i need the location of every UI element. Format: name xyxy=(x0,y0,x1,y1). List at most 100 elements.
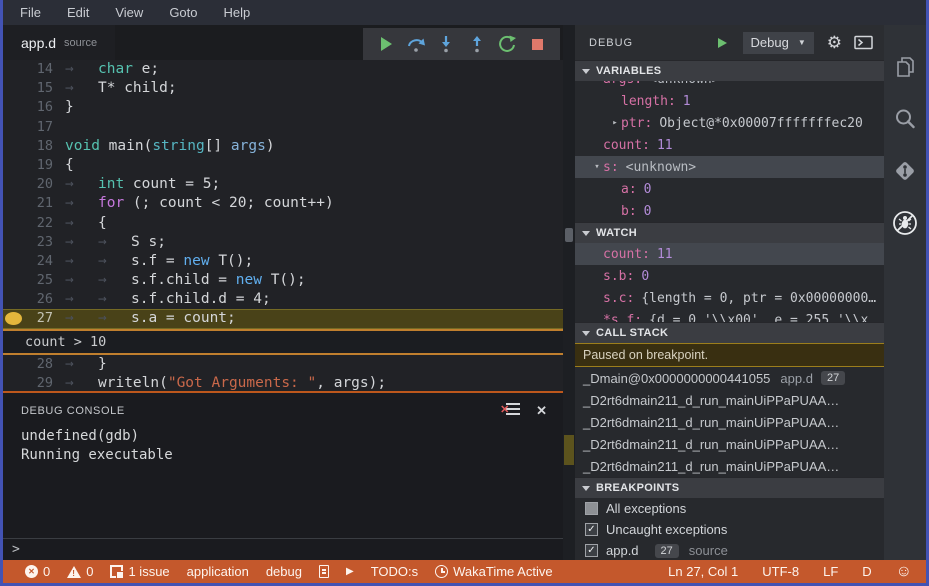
code-text: { xyxy=(53,156,74,175)
status-item-0[interactable]: ! 0 xyxy=(67,564,93,579)
menu-item-view[interactable]: View xyxy=(102,0,156,25)
git-icon[interactable] xyxy=(884,145,926,197)
code-line[interactable]: 27 → → s.a = count; xyxy=(3,309,563,329)
variable-row[interactable]: ▾args: <unknown> xyxy=(575,81,884,90)
status-item-todo-s[interactable]: TODO:s xyxy=(371,564,418,579)
breakpoint-item[interactable]: ✓ Uncaught exceptions xyxy=(575,519,884,540)
breakpoint-margin[interactable] xyxy=(3,271,27,290)
section-header-watch[interactable]: WATCH xyxy=(575,222,884,243)
status-item-application[interactable]: application xyxy=(187,564,249,579)
debug-console-input[interactable]: > xyxy=(3,538,563,560)
watch-row[interactable]: s.b: 0 xyxy=(575,265,884,287)
status-item-lf[interactable]: LF xyxy=(823,564,838,579)
step-over-button[interactable] xyxy=(404,32,428,56)
status-item-0[interactable]: ✕ 0 xyxy=(25,564,50,579)
section-header-call-stack[interactable]: CALL STACK xyxy=(575,322,884,343)
code-line[interactable]: 22 →{ xyxy=(3,214,563,233)
code-line[interactable]: 14 → char e; xyxy=(3,60,563,79)
variable-row[interactable]: b: 0 xyxy=(575,200,884,222)
restart-button[interactable] xyxy=(495,32,519,56)
breakpoint-condition-widget[interactable]: count > 10 xyxy=(3,328,563,355)
code-line[interactable]: 19 { xyxy=(3,156,563,175)
search-icon[interactable] xyxy=(884,93,926,145)
variable-row[interactable]: length: 1 xyxy=(575,90,884,112)
breakpoint-margin[interactable] xyxy=(3,309,27,328)
code-line[interactable]: 26 → → s.f.child.d = 4; xyxy=(3,290,563,309)
breakpoint-margin[interactable] xyxy=(3,156,27,175)
step-out-button[interactable] xyxy=(465,32,489,56)
breakpoint-margin[interactable] xyxy=(3,118,27,137)
breakpoint-item[interactable]: All exceptions xyxy=(575,498,884,519)
menu-item-help[interactable]: Help xyxy=(211,0,264,25)
code-line[interactable]: 25 → → s.f.child = new T(); xyxy=(3,271,563,290)
status-item[interactable]: ☺ xyxy=(896,563,912,581)
breakpoint-margin[interactable] xyxy=(3,290,27,309)
breakpoint-checkbox[interactable] xyxy=(585,502,598,515)
tab-app-d[interactable]: app.d source xyxy=(3,25,116,60)
menu-item-file[interactable]: File xyxy=(7,0,54,25)
scrollbar-handle[interactable] xyxy=(565,228,573,242)
code-line[interactable]: 17 xyxy=(3,118,563,137)
breakpoint-margin[interactable] xyxy=(3,98,27,117)
code-line[interactable]: 23 → → S s; xyxy=(3,233,563,252)
breakpoint-margin[interactable] xyxy=(3,355,27,374)
code-line[interactable]: 28 →} xyxy=(3,355,563,374)
call-stack-frame[interactable]: _D2rt6dmain211_d_run_mainUiPPaPUAA… xyxy=(575,389,884,411)
code-line[interactable]: 16} xyxy=(3,98,563,117)
files-icon[interactable] xyxy=(884,41,926,93)
menu-item-goto[interactable]: Goto xyxy=(156,0,210,25)
breakpoint-margin[interactable] xyxy=(3,60,27,79)
start-debug-button[interactable] xyxy=(715,36,729,50)
editor-scrollbar[interactable] xyxy=(563,25,575,560)
breakpoint-item[interactable]: ✓ app.d 27 source xyxy=(575,540,884,560)
status-item-debug[interactable]: debug xyxy=(266,564,302,579)
status-item[interactable] xyxy=(318,565,329,578)
code-line[interactable]: 24 → → s.f = new T(); xyxy=(3,252,563,271)
section-header-variables[interactable]: VARIABLES xyxy=(575,60,884,81)
code-line[interactable]: 21 → for (; count < 20; count++) xyxy=(3,194,563,213)
variable-name: args: xyxy=(603,81,642,87)
open-console-icon[interactable] xyxy=(854,35,874,50)
debug-profile-select[interactable]: Debug ▼ xyxy=(742,31,814,54)
watch-row[interactable]: count: 11 xyxy=(575,243,884,265)
gear-icon[interactable]: ⚙ xyxy=(827,34,842,51)
step-into-button[interactable] xyxy=(434,32,458,56)
status-item-wakatime-active[interactable]: WakaTime Active xyxy=(435,564,553,579)
status-item-1-issue[interactable]: 1 issue xyxy=(110,564,170,579)
code-line[interactable]: 15 → T* child; xyxy=(3,79,563,98)
breakpoint-margin[interactable] xyxy=(3,252,27,271)
call-stack-frame[interactable]: _D2rt6dmain211_d_run_mainUiPPaPUAA… xyxy=(575,433,884,455)
breakpoint-margin[interactable] xyxy=(3,175,27,194)
status-item[interactable]: ▶ xyxy=(346,566,354,577)
breakpoint-margin[interactable] xyxy=(3,233,27,252)
continue-button[interactable] xyxy=(374,32,398,56)
call-stack-frame[interactable]: _Dmain@0x0000000000441055 app.d 27 xyxy=(575,367,884,389)
watch-row[interactable]: *s.f: {d = 0 '\\x00', e = 255 '\\x xyxy=(575,309,884,323)
breakpoint-icon[interactable] xyxy=(5,312,22,326)
variable-row[interactable]: ▾ s: <unknown> xyxy=(575,156,884,178)
breakpoint-checkbox[interactable]: ✓ xyxy=(585,523,598,536)
code-line[interactable]: 20 → int count = 5; xyxy=(3,175,563,194)
status-item-ln-27-col-1[interactable]: Ln 27, Col 1 xyxy=(668,564,738,579)
variable-row[interactable]: count: 11 xyxy=(575,134,884,156)
close-console-icon[interactable]: ✕ xyxy=(536,403,547,419)
stop-button[interactable] xyxy=(525,32,549,56)
variable-row[interactable]: ▸ ptr: Object@*0x00007fffffffec20 xyxy=(575,112,884,134)
breakpoint-margin[interactable] xyxy=(3,137,27,156)
section-header-breakpoints[interactable]: BREAKPOINTS xyxy=(575,477,884,498)
line-number: 24 xyxy=(36,252,53,269)
breakpoint-margin[interactable] xyxy=(3,214,27,233)
variable-row[interactable]: a: 0 xyxy=(575,178,884,200)
menu-item-edit[interactable]: Edit xyxy=(54,0,102,25)
call-stack-frame[interactable]: _D2rt6dmain211_d_run_mainUiPPaPUAA… xyxy=(575,455,884,477)
call-stack-frame[interactable]: _D2rt6dmain211_d_run_mainUiPPaPUAA… xyxy=(575,411,884,433)
status-item-d[interactable]: D xyxy=(862,564,871,579)
breakpoint-checkbox[interactable]: ✓ xyxy=(585,544,598,557)
code-line[interactable]: 18 void main(string[] args) xyxy=(3,137,563,156)
status-item-utf-8[interactable]: UTF-8 xyxy=(762,564,799,579)
code-token: T(); xyxy=(209,252,254,269)
watch-row[interactable]: s.c: {length = 0, ptr = 0x00000000… xyxy=(575,287,884,309)
breakpoint-margin[interactable] xyxy=(3,194,27,213)
breakpoint-margin[interactable] xyxy=(3,79,27,98)
debug-disabled-icon[interactable] xyxy=(884,197,926,249)
